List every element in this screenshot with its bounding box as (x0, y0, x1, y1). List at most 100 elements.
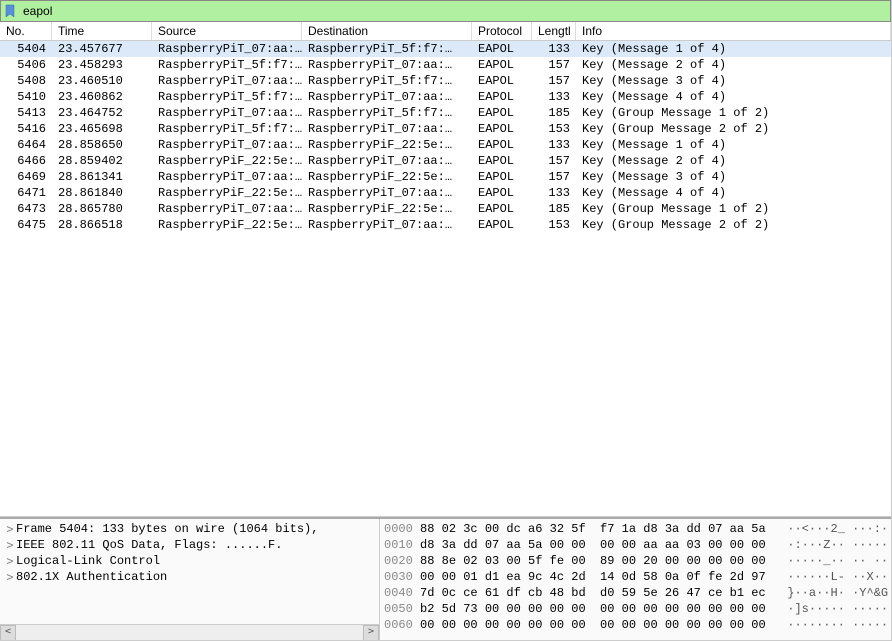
hex-ascii: }··a··H· ·Y^&G··· (787, 585, 891, 601)
hex-ascii: ·····_·· ·· ····· (787, 553, 891, 569)
chevron-right-icon[interactable]: > (4, 521, 16, 537)
packet-row[interactable]: 646928.861341RaspberryPiT_07:aa:…Raspber… (0, 169, 891, 185)
hex-ascii: ·:···Z·· ········ (787, 537, 891, 553)
cell-no: 5404 (0, 41, 52, 58)
cell-protocol: EAPOL (472, 89, 532, 105)
cell-no: 5416 (0, 121, 52, 137)
hex-ascii: ··<···2_ ···:···Z (787, 521, 891, 537)
cell-info: Key (Group Message 1 of 2) (576, 201, 891, 217)
details-tree-item[interactable]: >Logical-Link Control (0, 553, 379, 569)
cell-source: RaspberryPiT_07:aa:… (152, 41, 302, 58)
packet-list-pane[interactable]: No. Time Source Destination Protocol Len… (0, 22, 891, 517)
chevron-right-icon[interactable]: > (4, 569, 16, 585)
cell-protocol: EAPOL (472, 57, 532, 73)
cell-time: 23.460510 (52, 73, 152, 89)
cell-info: Key (Message 1 of 4) (576, 137, 891, 153)
cell-source: RaspberryPiT_07:aa:… (152, 105, 302, 121)
hex-row[interactable]: 0030 00 00 01 d1 ea 9c 4c 2d 14 0d 58 0a… (384, 569, 887, 585)
hex-bytes-group-1: b2 5d 73 00 00 00 00 00 (413, 601, 600, 617)
cell-time: 23.460862 (52, 89, 152, 105)
hex-bytes-group-2: 89 00 20 00 00 00 00 00 (600, 553, 787, 569)
cell-source: RaspberryPiT_07:aa:… (152, 201, 302, 217)
cell-destination: RaspberryPiT_07:aa:… (302, 217, 472, 233)
cell-source: RaspberryPiF_22:5e:… (152, 185, 302, 201)
packet-row[interactable]: 540423.457677RaspberryPiT_07:aa:…Raspber… (0, 41, 891, 58)
scroll-left-button[interactable]: < (0, 625, 16, 640)
bookmark-icon[interactable] (3, 4, 17, 18)
packet-bytes-pane[interactable]: 0000 88 02 3c 00 dc a6 32 5f f7 1a d8 3a… (380, 519, 891, 640)
cell-source: RaspberryPiT_5f:f7:… (152, 89, 302, 105)
lower-panes: >Frame 5404: 133 bytes on wire (1064 bit… (0, 517, 891, 641)
packet-row[interactable]: 647328.865780RaspberryPiT_07:aa:…Raspber… (0, 201, 891, 217)
hex-offset: 0050 (384, 601, 413, 617)
cell-length: 153 (532, 217, 576, 233)
cell-info: Key (Message 2 of 4) (576, 57, 891, 73)
cell-source: RaspberryPiT_07:aa:… (152, 73, 302, 89)
cell-no: 5410 (0, 89, 52, 105)
chevron-right-icon[interactable]: > (4, 553, 16, 569)
cell-no: 6473 (0, 201, 52, 217)
packet-row[interactable]: 541023.460862RaspberryPiT_5f:f7:…Raspber… (0, 89, 891, 105)
cell-protocol: EAPOL (472, 105, 532, 121)
details-tree-label: Logical-Link Control (16, 553, 160, 569)
hex-bytes-group-2: 14 0d 58 0a 0f fe 2d 97 (600, 569, 787, 585)
details-tree-label: 802.1X Authentication (16, 569, 167, 585)
cell-source: RaspberryPiT_07:aa:… (152, 137, 302, 153)
hex-row[interactable]: 0040 7d 0c ce 61 df cb 48 bd d0 59 5e 26… (384, 585, 887, 601)
packet-row[interactable]: 540623.458293RaspberryPiT_5f:f7:…Raspber… (0, 57, 891, 73)
packet-row[interactable]: 541323.464752RaspberryPiT_07:aa:…Raspber… (0, 105, 891, 121)
hex-bytes-group-1: 00 00 01 d1 ea 9c 4c 2d (413, 569, 600, 585)
packet-row[interactable]: 540823.460510RaspberryPiT_07:aa:…Raspber… (0, 73, 891, 89)
cell-no: 6469 (0, 169, 52, 185)
hex-row[interactable]: 0010 d8 3a dd 07 aa 5a 00 00 00 00 aa aa… (384, 537, 887, 553)
packet-row[interactable]: 541623.465698RaspberryPiT_5f:f7:…Raspber… (0, 121, 891, 137)
details-tree-item[interactable]: >802.1X Authentication (0, 569, 379, 585)
col-header-protocol[interactable]: Protocol (472, 22, 532, 41)
cell-protocol: EAPOL (472, 73, 532, 89)
cell-time: 28.865780 (52, 201, 152, 217)
cell-protocol: EAPOL (472, 169, 532, 185)
packet-row[interactable]: 647128.861840RaspberryPiF_22:5e:…Raspber… (0, 185, 891, 201)
cell-info: Key (Message 1 of 4) (576, 41, 891, 58)
cell-length: 157 (532, 169, 576, 185)
cell-protocol: EAPOL (472, 217, 532, 233)
scroll-right-button[interactable]: > (363, 625, 379, 640)
packet-row[interactable]: 647528.866518RaspberryPiF_22:5e:…Raspber… (0, 217, 891, 233)
details-horizontal-scrollbar[interactable]: < > (0, 624, 379, 640)
cell-destination: RaspberryPiT_07:aa:… (302, 57, 472, 73)
cell-time: 28.861840 (52, 185, 152, 201)
col-header-info[interactable]: Info (576, 22, 891, 41)
col-header-source[interactable]: Source (152, 22, 302, 41)
details-tree-item[interactable]: >IEEE 802.11 QoS Data, Flags: ......F. (0, 537, 379, 553)
col-header-length[interactable]: Lengtl (532, 22, 576, 41)
packet-row[interactable]: 646428.858650RaspberryPiT_07:aa:…Raspber… (0, 137, 891, 153)
hex-ascii: ········ ········ (787, 617, 891, 633)
cell-no: 6464 (0, 137, 52, 153)
details-tree-item[interactable]: >Frame 5404: 133 bytes on wire (1064 bit… (0, 521, 379, 537)
packet-details-pane[interactable]: >Frame 5404: 133 bytes on wire (1064 bit… (0, 519, 380, 640)
details-tree-label: IEEE 802.11 QoS Data, Flags: ......F. (16, 537, 282, 553)
cell-protocol: EAPOL (472, 41, 532, 58)
chevron-right-icon[interactable]: > (4, 537, 16, 553)
details-tree-label: Frame 5404: 133 bytes on wire (1064 bits… (16, 521, 318, 537)
col-header-time[interactable]: Time (52, 22, 152, 41)
display-filter-input[interactable] (21, 3, 888, 19)
cell-time: 28.861341 (52, 169, 152, 185)
cell-time: 23.458293 (52, 57, 152, 73)
hex-row[interactable]: 0020 88 8e 02 03 00 5f fe 00 89 00 20 00… (384, 553, 887, 569)
hex-row[interactable]: 0050 b2 5d 73 00 00 00 00 00 00 00 00 00… (384, 601, 887, 617)
cell-info: Key (Message 2 of 4) (576, 153, 891, 169)
cell-info: Key (Message 4 of 4) (576, 89, 891, 105)
packet-row[interactable]: 646628.859402RaspberryPiF_22:5e:…Raspber… (0, 153, 891, 169)
hex-bytes-group-2: 00 00 00 00 00 00 00 00 (600, 617, 787, 633)
hex-row[interactable]: 0060 00 00 00 00 00 00 00 00 00 00 00 00… (384, 617, 887, 633)
cell-destination: RaspberryPiT_07:aa:… (302, 153, 472, 169)
cell-length: 133 (532, 185, 576, 201)
hex-row[interactable]: 0000 88 02 3c 00 dc a6 32 5f f7 1a d8 3a… (384, 521, 887, 537)
col-header-destination[interactable]: Destination (302, 22, 472, 41)
hex-bytes-group-1: d8 3a dd 07 aa 5a 00 00 (413, 537, 600, 553)
cell-time: 28.859402 (52, 153, 152, 169)
cell-destination: RaspberryPiT_07:aa:… (302, 185, 472, 201)
hex-ascii: ·]s····· ········ (787, 601, 891, 617)
col-header-no[interactable]: No. (0, 22, 52, 41)
